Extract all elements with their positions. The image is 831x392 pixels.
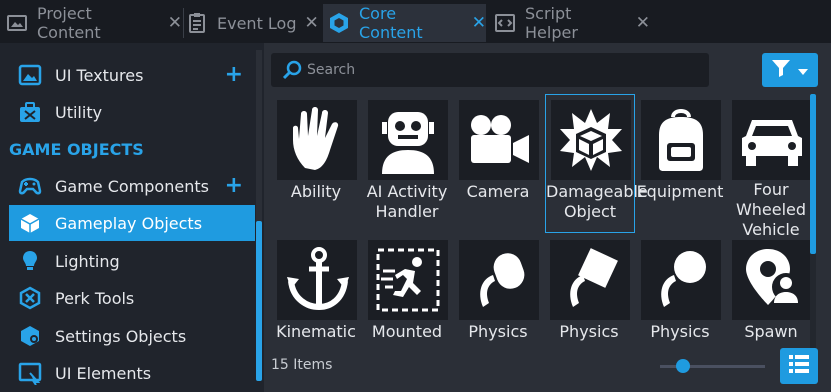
- bulb-icon: [17, 248, 43, 274]
- grid-item-label: Damageable Object: [546, 182, 648, 221]
- sidebar-item-label: Utility: [55, 102, 103, 122]
- tab-project-content[interactable]: Project Content ✕: [0, 4, 182, 42]
- close-icon[interactable]: ✕: [472, 13, 486, 33]
- perk-icon: [17, 285, 43, 311]
- ui-elements-icon: [17, 360, 43, 386]
- tab-bar: Project Content ✕ Event Log ✕ Core Conte…: [0, 0, 831, 43]
- sidebar-item-label: UI Elements: [55, 363, 152, 383]
- add-icon[interactable]: +: [225, 175, 243, 197]
- grid-item-kinematic-anchor[interactable]: Kinematic Anchor: [271, 234, 361, 344]
- grid-item-label: Equipment: [636, 182, 724, 201]
- sidebar-scrollbar-thumb[interactable]: [256, 221, 262, 381]
- item-count: 15 Items: [271, 357, 333, 373]
- anchor-icon: [277, 240, 357, 320]
- script-helper-icon: [494, 12, 516, 34]
- grid-item-label: Physics: [650, 322, 710, 341]
- grid-item-spawn[interactable]: Spawn: [726, 234, 816, 344]
- tab-script-helper[interactable]: Script Helper ✕: [490, 4, 650, 42]
- tab-core-content[interactable]: Core Content ✕: [323, 4, 486, 42]
- sidebar-item-label: Game Components: [55, 176, 209, 196]
- tab-label: Project Content: [37, 4, 101, 42]
- sidebar-item-lighting[interactable]: Lighting: [9, 243, 255, 279]
- grid-item-ai-activity-handler[interactable]: AI Activity Handler: [362, 94, 452, 234]
- grid-item-four-wheeled-vehicle[interactable]: Four Wheeled Vehicle: [726, 94, 816, 239]
- damageable-box-icon: [551, 100, 631, 180]
- grid-item-ability[interactable]: Ability: [271, 94, 361, 234]
- grid-item-label: Four Wheeled Vehicle: [735, 180, 807, 239]
- content-grid: Ability AI Activity Handler Camera Damag…: [271, 94, 816, 344]
- cube-icon: [17, 210, 43, 236]
- tab-event-log[interactable]: Event Log ✕: [186, 4, 320, 42]
- backpack-icon: [641, 100, 721, 180]
- project-content-icon: [6, 12, 28, 34]
- grid-item-physics-2[interactable]: Physics: [544, 234, 634, 344]
- physics-sphere-icon: [641, 240, 721, 320]
- core-content-icon: [328, 12, 350, 34]
- search-placeholder: Search: [307, 62, 356, 78]
- sidebar-item-label: Gameplay Objects: [55, 213, 203, 233]
- toolbox-icon: [17, 99, 43, 125]
- sidebar-item-gameplay-objects[interactable]: Gameplay Objects: [9, 205, 255, 241]
- sidebar-item-game-components[interactable]: Game Components +: [9, 168, 255, 204]
- event-log-icon: [186, 12, 208, 34]
- grid-item-camera[interactable]: Camera: [453, 94, 543, 234]
- robot-icon: [368, 100, 448, 180]
- grid-item-label: Spawn: [744, 322, 798, 341]
- tab-label: Script Helper: [525, 4, 578, 42]
- grid-item-label: Ability: [290, 182, 342, 201]
- sidebar-item-settings-objects[interactable]: Settings Objects: [9, 318, 255, 354]
- list-view-button[interactable]: [780, 348, 818, 384]
- filter-button[interactable]: [762, 53, 818, 87]
- grid-item-label: Physics: [559, 322, 619, 341]
- filter-icon: [771, 58, 793, 82]
- section-header-game-objects: GAME OBJECTS: [9, 140, 144, 159]
- sidebar-item-ui-textures[interactable]: UI Textures +: [9, 57, 255, 93]
- close-icon[interactable]: ✕: [305, 13, 319, 33]
- grid-item-damageable-object[interactable]: Damageable Object: [545, 94, 648, 233]
- sidebar-item-label: Settings Objects: [55, 326, 187, 346]
- sidebar-item-label: UI Textures: [55, 65, 144, 85]
- search-icon: [281, 59, 303, 81]
- search-input[interactable]: Search: [271, 53, 709, 87]
- runner-icon: [368, 240, 448, 320]
- hand-icon: [277, 100, 357, 180]
- sidebar-item-label: Perk Tools: [55, 288, 135, 308]
- spawn-pin-icon: [732, 240, 812, 320]
- sidebar-item-perk-tools[interactable]: Perk Tools: [9, 280, 255, 316]
- settings-cube-icon: [17, 323, 43, 349]
- grid-item-physics-1[interactable]: Physics: [453, 234, 543, 344]
- physics-circle-icon: [459, 240, 539, 320]
- grid-item-label: Physics: [468, 322, 528, 341]
- grid-item-equipment[interactable]: Equipment: [635, 94, 725, 234]
- grid-item-label: Mounted: [371, 322, 443, 341]
- content-scrollbar-thumb[interactable]: [810, 94, 816, 254]
- image-icon: [17, 62, 43, 88]
- close-icon[interactable]: ✕: [168, 13, 182, 33]
- chevron-down-icon: [797, 61, 809, 80]
- sidebar-item-label: Lighting: [55, 251, 120, 271]
- car-icon: [732, 100, 812, 180]
- camera-icon: [459, 100, 539, 180]
- grid-item-label: Kinematic Anchor: [276, 322, 356, 344]
- list-view-icon: [788, 354, 810, 378]
- zoom-slider-thumb[interactable]: [676, 359, 690, 373]
- physics-square-icon: [550, 240, 630, 320]
- grid-item-label: Camera: [466, 182, 530, 201]
- sidebar-item-utility[interactable]: Utility: [9, 94, 255, 130]
- grid-item-mounted[interactable]: Mounted: [362, 234, 452, 344]
- close-icon[interactable]: ✕: [636, 13, 650, 33]
- sidebar-item-ui-elements[interactable]: UI Elements: [9, 355, 255, 391]
- add-icon[interactable]: +: [225, 64, 243, 86]
- tab-label: Core Content: [359, 4, 423, 42]
- grid-item-physics-3[interactable]: Physics: [635, 234, 725, 344]
- grid-item-label: AI Activity Handler: [366, 182, 448, 221]
- gamepad-icon: [17, 173, 43, 199]
- tab-label: Event Log: [217, 13, 297, 33]
